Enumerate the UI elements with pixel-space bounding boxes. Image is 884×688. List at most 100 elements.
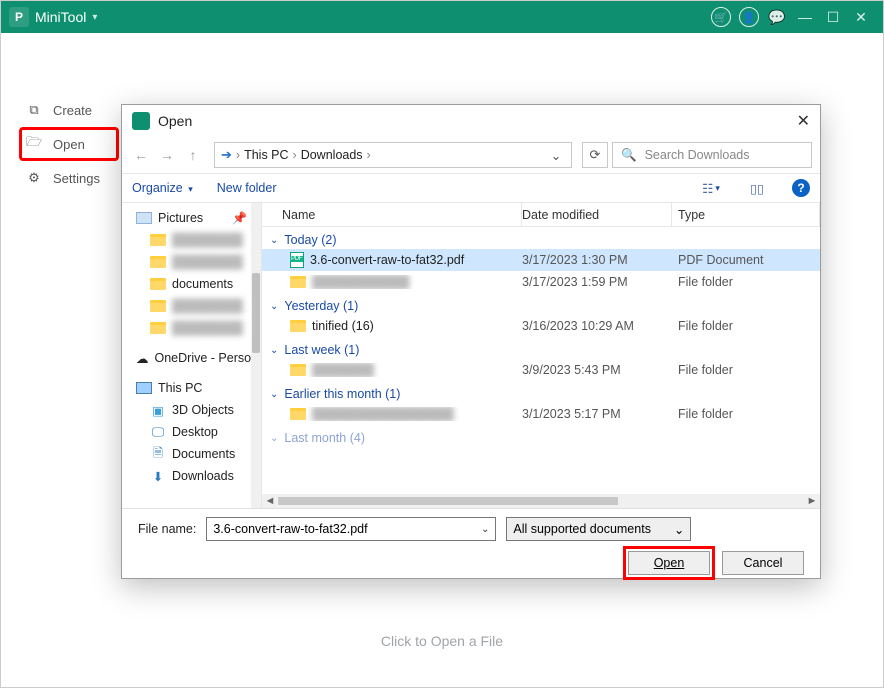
file-type-select[interactable]: All supported documents ⌄	[506, 517, 691, 541]
refresh-icon[interactable]: ⟳	[582, 142, 608, 168]
help-icon[interactable]: ?	[792, 179, 810, 197]
file-type: PDF Document	[672, 253, 820, 267]
search-input[interactable]: 🔍 Search Downloads	[612, 142, 812, 168]
maximize-icon[interactable]: ☐	[819, 3, 847, 31]
file-list-header[interactable]: Name Date modified Type	[262, 203, 820, 227]
folder-icon	[150, 234, 166, 246]
tree-item-label: Documents	[172, 447, 235, 461]
chevron-down-icon: ⌄	[674, 522, 684, 537]
group-earlier[interactable]: ⌄Earlier this month (1)	[262, 381, 820, 403]
tree-row[interactable]: ████████	[122, 229, 261, 251]
group-today[interactable]: ⌄Today (2)	[262, 227, 820, 249]
tree-3dobjects[interactable]: ▣3D Objects	[122, 399, 261, 421]
tree-row[interactable]: ████████	[122, 251, 261, 273]
new-folder-button[interactable]: New folder	[217, 181, 277, 195]
file-row[interactable]: tinified (16) 3/16/2023 10:29 AM File fo…	[262, 315, 820, 337]
close-app-icon[interactable]: ✕	[847, 3, 875, 31]
file-date: 3/17/2023 1:59 PM	[522, 275, 672, 289]
organize-button[interactable]: Organize ▾	[132, 181, 193, 195]
breadcrumb-dropdown-icon[interactable]: ⌄	[547, 148, 565, 163]
file-name-input[interactable]: 3.6-convert-raw-to-fat32.pdf ⌄	[206, 517, 496, 541]
chat-icon[interactable]: 💬	[763, 3, 791, 31]
file-date: 3/9/2023 5:43 PM	[522, 363, 672, 377]
file-name: 3.6-convert-raw-to-fat32.pdf	[310, 253, 464, 267]
file-name: ████████████████	[312, 407, 454, 421]
file-row[interactable]: ███████████ 3/17/2023 1:59 PM File folde…	[262, 271, 820, 293]
folder-icon	[290, 276, 306, 288]
breadcrumb[interactable]: ➔ › This PC › Downloads › ⌄	[214, 142, 572, 168]
tree-desktop[interactable]: 🖵Desktop	[122, 421, 261, 443]
file-row[interactable]: ███████ 3/9/2023 5:43 PM File folder	[262, 359, 820, 381]
cancel-button[interactable]: Cancel	[722, 551, 804, 575]
cart-icon[interactable]: 🛒	[707, 3, 735, 31]
cancel-button-label: Cancel	[744, 556, 783, 570]
chevron-down-icon[interactable]: ⌄	[481, 524, 489, 535]
open-button-label: Open	[654, 556, 685, 570]
app-titlebar: P MiniTool ▾ 🛒 👤 💬 — ☐ ✕	[1, 1, 883, 33]
tree-row[interactable]: ████████	[122, 317, 261, 339]
tree-downloads[interactable]: ⬇Downloads	[122, 465, 261, 487]
open-button[interactable]: Open	[628, 551, 710, 575]
title-dropdown-icon[interactable]: ▾	[92, 12, 97, 23]
breadcrumb-folder[interactable]: Downloads	[301, 148, 363, 162]
scroll-left-icon[interactable]: ◄	[262, 495, 278, 507]
dialog-footer: File name: 3.6-convert-raw-to-fat32.pdf …	[122, 508, 820, 578]
group-label: Earlier this month (1)	[284, 387, 400, 401]
sidebar-item-open[interactable]: 🗁 Open	[19, 127, 119, 161]
col-name[interactable]: Name	[262, 203, 522, 226]
view-mode-icon[interactable]: ☷ ▾	[700, 177, 722, 199]
horizontal-scrollbar[interactable]: ◄ ►	[262, 494, 820, 508]
tree-item-label: 3D Objects	[172, 403, 234, 417]
tree-documents[interactable]: 🗎Documents	[122, 443, 261, 465]
folder-tree[interactable]: Pictures 📌 ████████ ████████ documents █…	[122, 203, 262, 508]
file-type-value: All supported documents	[513, 522, 651, 536]
close-dialog-icon[interactable]: ✕	[797, 111, 810, 131]
scroll-right-icon[interactable]: ►	[804, 495, 820, 507]
file-name: ███████████	[312, 275, 409, 289]
tree-row[interactable]: ████████	[122, 295, 261, 317]
file-list[interactable]: Name Date modified Type ⌄Today (2) 3.6-c…	[262, 203, 820, 508]
col-date[interactable]: Date modified	[522, 203, 672, 226]
breadcrumb-sep-icon: ›	[367, 148, 371, 162]
user-icon[interactable]: 👤	[735, 3, 763, 31]
file-row[interactable]: 3.6-convert-raw-to-fat32.pdf 3/17/2023 1…	[262, 249, 820, 271]
file-type: File folder	[672, 275, 820, 289]
main-hint[interactable]: Click to Open a File	[1, 633, 883, 649]
breadcrumb-root[interactable]: This PC	[244, 148, 288, 162]
col-type[interactable]: Type	[672, 203, 820, 226]
folder-icon	[150, 300, 166, 312]
scroll-thumb[interactable]	[278, 497, 618, 505]
tree-documents-folder[interactable]: documents	[122, 273, 261, 295]
file-type: File folder	[672, 319, 820, 333]
file-row[interactable]: ████████████████ 3/1/2023 5:17 PM File f…	[262, 403, 820, 425]
app-title: MiniTool	[35, 9, 86, 25]
sidebar-item-settings[interactable]: ⚙ Settings	[19, 161, 119, 195]
create-icon: ⧉	[25, 101, 43, 119]
tree-scrollbar[interactable]	[251, 203, 261, 508]
nav-up-icon[interactable]: ↑	[182, 144, 204, 166]
chevron-down-icon: ⌄	[270, 301, 278, 312]
nav-back-icon[interactable]: ←	[130, 144, 152, 166]
tree-pictures[interactable]: Pictures 📌	[122, 207, 261, 229]
sidebar-item-create[interactable]: ⧉ Create	[19, 93, 119, 127]
breadcrumb-sep-icon: ›	[236, 148, 240, 162]
chevron-down-icon: ⌄	[270, 345, 278, 356]
tree-thispc[interactable]: This PC	[122, 377, 261, 399]
dialog-main: Pictures 📌 ████████ ████████ documents █…	[122, 203, 820, 508]
dialog-titlebar: Open ✕	[122, 105, 820, 137]
tree-scroll-thumb[interactable]	[252, 273, 260, 353]
thispc-arrow-icon: ➔	[221, 147, 232, 163]
group-label: Today (2)	[284, 233, 336, 247]
app-sidebar: ⧉ Create 🗁 Open ⚙ Settings	[19, 93, 119, 195]
preview-pane-icon[interactable]: ▯▯	[746, 177, 768, 199]
app-logo-icon: P	[9, 7, 29, 27]
tree-item-label: OneDrive - Person	[155, 351, 259, 365]
group-yesterday[interactable]: ⌄Yesterday (1)	[262, 293, 820, 315]
minimize-icon[interactable]: —	[791, 3, 819, 31]
group-lastweek[interactable]: ⌄Last week (1)	[262, 337, 820, 359]
desktop-icon: 🖵	[150, 424, 166, 440]
tree-onedrive[interactable]: ☁OneDrive - Person	[122, 347, 261, 369]
file-date: 3/16/2023 10:29 AM	[522, 319, 672, 333]
group-lastmonth[interactable]: ⌄Last month (4)	[262, 425, 820, 447]
nav-forward-icon[interactable]: →	[156, 144, 178, 166]
